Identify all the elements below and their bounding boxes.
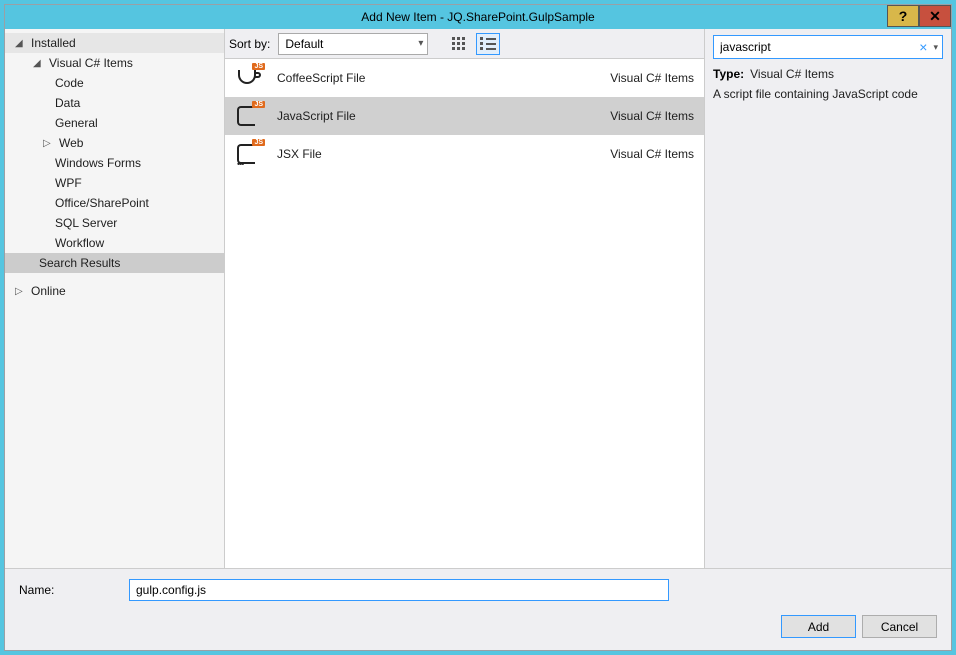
template-row-coffeescript[interactable]: JS CoffeeScript File Visual C# Items: [225, 59, 704, 97]
javascript-icon: JS: [235, 102, 263, 130]
dialog-footer: Name: Add Cancel: [5, 568, 951, 650]
search-dropdown-icon[interactable]: ▾: [931, 42, 938, 53]
add-button[interactable]: Add: [781, 615, 856, 638]
sidebar-group-installed[interactable]: ◢ Installed: [5, 33, 224, 53]
chevron-right-icon: ▷: [15, 286, 25, 297]
close-button[interactable]: ✕: [919, 5, 951, 27]
sidebar-item-search-results[interactable]: Search Results: [5, 253, 224, 273]
sidebar-item-general[interactable]: General: [5, 113, 224, 133]
sidebar-item-web[interactable]: ▷Web: [5, 133, 224, 153]
jsx-icon: JS •••: [235, 140, 263, 168]
chevron-down-icon: ◢: [33, 58, 43, 69]
search-box[interactable]: × ▾: [713, 35, 943, 59]
template-toolbar: Sort by: Default: [225, 29, 704, 59]
help-button[interactable]: ?: [887, 5, 919, 27]
sidebar-item-workflow[interactable]: Workflow: [5, 233, 224, 253]
template-list: JS CoffeeScript File Visual C# Items JS …: [225, 59, 704, 568]
sidebar-group-online[interactable]: ▷ Online: [5, 281, 224, 301]
sidebar-group-csharp-items[interactable]: ◢ Visual C# Items: [5, 53, 224, 73]
grid-icon: [452, 37, 465, 50]
chevron-down-icon: ◢: [15, 38, 25, 49]
chevron-right-icon: ▷: [43, 138, 53, 149]
template-row-javascript[interactable]: JS JavaScript File Visual C# Items: [225, 97, 704, 135]
filename-input[interactable]: [129, 579, 669, 601]
list-icon: [480, 37, 496, 50]
type-value: Visual C# Items: [750, 67, 834, 81]
category-sidebar: ◢ Installed ◢ Visual C# Items Code Data …: [5, 29, 225, 568]
template-row-jsx[interactable]: JS ••• JSX File Visual C# Items: [225, 135, 704, 173]
sort-by-label: Sort by:: [229, 37, 272, 51]
view-grid-button[interactable]: [446, 33, 470, 55]
cancel-button[interactable]: Cancel: [862, 615, 937, 638]
details-panel: × ▾ Type: Visual C# Items A script file …: [705, 29, 951, 568]
sidebar-item-office-sharepoint[interactable]: Office/SharePoint: [5, 193, 224, 213]
coffeescript-icon: JS: [235, 64, 263, 92]
sidebar-item-data[interactable]: Data: [5, 93, 224, 113]
view-list-button[interactable]: [476, 33, 500, 55]
titlebar: Add New Item - JQ.SharePoint.GulpSample …: [5, 5, 951, 29]
window-title: Add New Item - JQ.SharePoint.GulpSample: [361, 10, 594, 24]
sidebar-item-sql-server[interactable]: SQL Server: [5, 213, 224, 233]
search-input[interactable]: [718, 39, 915, 55]
name-label: Name:: [19, 583, 119, 597]
clear-search-icon[interactable]: ×: [915, 39, 931, 55]
sidebar-item-code[interactable]: Code: [5, 73, 224, 93]
sidebar-item-windows-forms[interactable]: Windows Forms: [5, 153, 224, 173]
type-label: Type:: [713, 67, 744, 81]
sort-by-dropdown[interactable]: Default: [278, 33, 428, 55]
dialog-window: Add New Item - JQ.SharePoint.GulpSample …: [4, 4, 952, 651]
sidebar-item-wpf[interactable]: WPF: [5, 173, 224, 193]
template-description: A script file containing JavaScript code: [713, 87, 943, 101]
